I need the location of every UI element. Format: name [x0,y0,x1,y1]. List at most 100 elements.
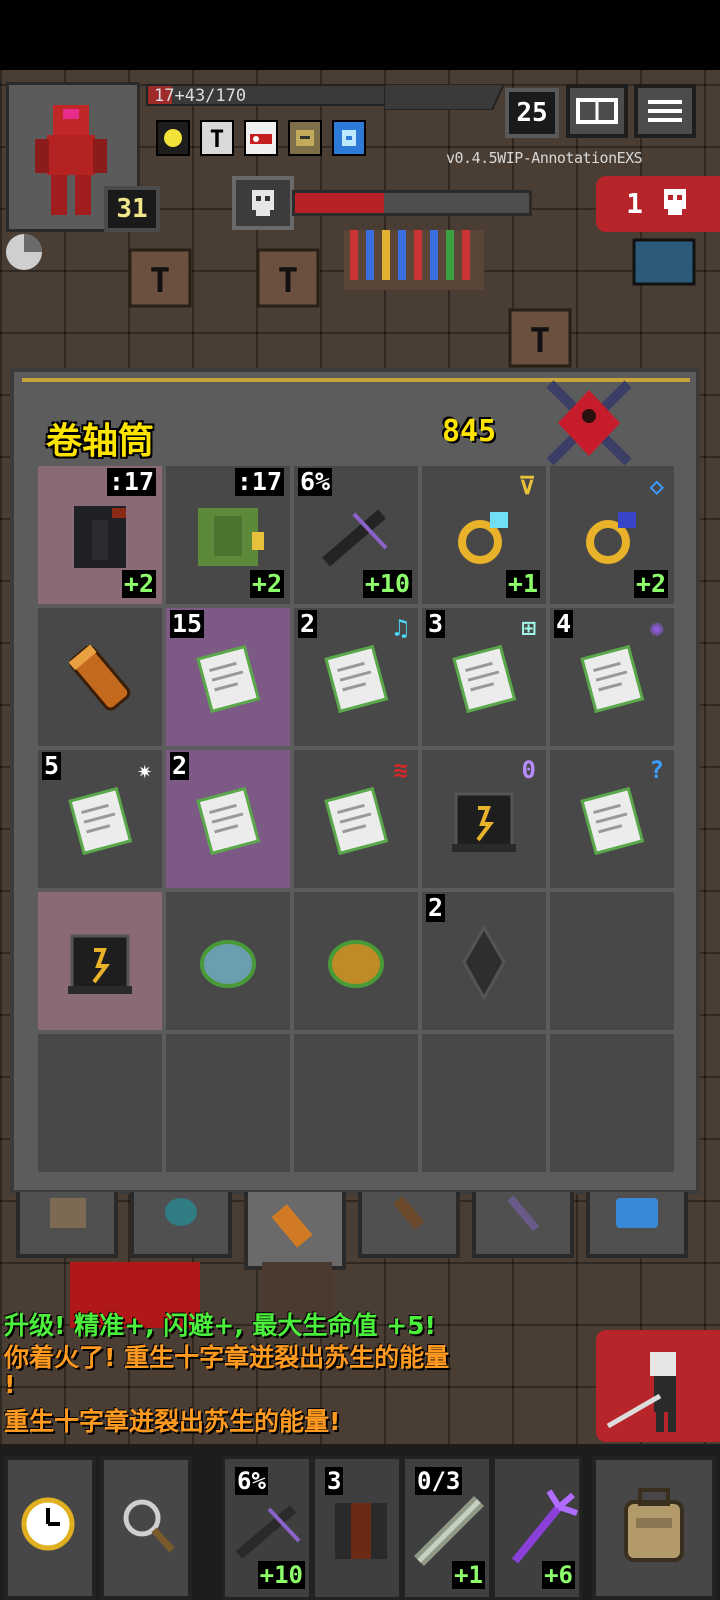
bag-slot-scroll[interactable]: 4 ✺ [550,608,674,746]
search-button[interactable] [100,1456,192,1600]
item-type-mark-icon: ✷ [137,756,152,784]
svg-text:T: T [210,125,224,153]
wand-holster-tab-icon [507,1195,540,1232]
bag-slot-scroll[interactable]: 2 [166,750,290,888]
skull-icon [663,189,686,215]
bag-slot-scroll[interactable]: 15 [166,608,290,746]
quickslot-3-level: +1 [452,1561,485,1589]
log-line-4: 重生十字章迸裂出苏生的能量! [4,1407,341,1436]
bag-slot-spellbook[interactable]: 0 [422,750,546,888]
scroll-icon [580,644,645,714]
gold-ring-blue-icon [586,512,636,564]
quickslot-2[interactable]: 3 [312,1456,402,1600]
busy-indicator-icon [6,234,42,270]
bag-title: 卷轴筒 [46,421,155,462]
log-line-2: 你着火了! 重生十字章迸裂出苏生的能量 [4,1343,450,1372]
svg-text:T: T [278,261,298,301]
quickslot-4[interactable]: +6 [492,1456,582,1600]
item-upgrade-level: +2 [633,569,668,598]
tab-potion-belt[interactable] [358,1192,460,1258]
hunger-buff-icon[interactable] [288,120,322,156]
wait-button[interactable] [4,1456,96,1600]
scroll-icon [324,786,389,856]
bag-slot-dark-crystal[interactable]: 2 [422,892,546,1030]
bag-slot-empty[interactable] [294,1034,418,1172]
item-type-mark-icon: ♫ [393,614,408,642]
bag-slot-empty[interactable] [38,1034,162,1172]
bag-slot-empty[interactable] [550,1034,674,1172]
backpack-tab-icon [50,1198,86,1228]
bag-slot-scroll[interactable]: ≋ [294,750,418,888]
crossbow-icon [235,1505,301,1559]
scroll-holder-icon [68,644,131,711]
bag-slot-dark-helmet[interactable]: :17 +2 [38,466,162,604]
tab-scroll-holder[interactable] [244,1192,346,1270]
bag-window: 卷轴筒 845 :17 +2:17 +2 6% +10 ⊽ +1 ◇ +2 15 2 ♫ 3 ⊞ 4 ✺ 5 ✷ 2… [10,368,700,1194]
bag-slot-empty[interactable] [422,1034,546,1172]
item-type-mark-icon: 0 [521,756,536,784]
seed-pouch-tab-icon [165,1198,197,1226]
wand-icon [414,1496,484,1566]
item-upgrade-level: +10 [362,569,412,598]
inventory-button[interactable] [592,1456,716,1600]
bag-slot-scroll[interactable]: 2 ♫ [294,608,418,746]
menu-icon [648,100,682,122]
bag-slot-crossbow[interactable]: 6% +10 [294,466,418,604]
bag-slot-spellbook[interactable] [38,892,162,1030]
bag-slot-orange-seed[interactable] [294,892,418,1030]
bag-slot-empty[interactable] [550,892,674,1030]
journal-button[interactable] [566,84,628,138]
tab-all-items[interactable] [16,1192,118,1258]
bag-slot-blue-seed[interactable] [166,892,290,1030]
depth-indicator: 25 [505,88,559,138]
bag-slot-scroll-holder[interactable] [38,608,162,746]
item-type-mark-icon: ⊞ [521,614,536,642]
light-buff-icon[interactable] [156,120,190,156]
menu-button[interactable] [634,84,696,138]
bag-grid: :17 +2:17 +2 6% +10 ⊽ +1 ◇ +2 15 2 ♫ 3 ⊞ 4 ✺ 5 ✷ 2 ≋ 0? 2 [38,466,678,1176]
quickslot-3[interactable]: 0/3 +1 [402,1456,492,1600]
quickslot-1[interactable]: 6% +10 [222,1456,312,1600]
bag-slot-scroll[interactable]: 3 ⊞ [422,608,546,746]
tab-magical-container[interactable] [586,1192,688,1258]
scroll-icon [580,786,645,856]
scroll-icon [68,786,133,856]
journal-icon [576,98,618,124]
scroll-holder-tab-icon [271,1204,313,1248]
bag-slot-scroll[interactable]: 5 ✷ [38,750,162,888]
tab-seed-pouch[interactable] [130,1192,232,1258]
bag-slot-gold-ring-blue[interactable]: ◇ +2 [550,466,674,604]
log-line-3: ! [4,1370,16,1399]
barkskin-buff-icon[interactable]: T [200,120,234,156]
frost-buff-icon[interactable] [332,120,366,156]
bag-slot-gold-ring-cyan[interactable]: ⊽ +1 [422,466,546,604]
item-quantity: 2 [426,893,446,922]
item-quantity: 5 [42,751,62,780]
resume-hero-button[interactable] [596,1330,720,1442]
bleeding-buff-icon[interactable] [244,120,278,156]
item-quantity: 6% [298,467,333,496]
scroll-icon [196,644,261,714]
tab-wand-holster[interactable] [472,1192,574,1258]
item-upgrade-level: +2 [121,569,156,598]
boss-skull-icon [232,176,294,230]
scroll-icon [452,644,517,714]
danger-indicator[interactable]: 1 [596,176,720,232]
gold-ring-cyan-icon [458,512,508,564]
bag-slot-scroll[interactable]: ? [550,750,674,888]
item-upgrade-level: +1 [505,569,540,598]
item-type-mark-icon: ≋ [393,756,408,784]
hero-level: 31 [104,186,160,232]
item-strength-tag: :17 [106,467,156,496]
search-icon [123,1499,175,1553]
orange-seed-icon [328,940,384,988]
item-quantity: 4 [554,609,574,638]
bag-slot-green-armor[interactable]: :17 +2 [166,466,290,604]
exp-bar [384,84,504,110]
bag-slot-empty[interactable] [166,1034,290,1172]
item-quantity: 2 [298,609,318,638]
dungeon-walls: T T T [128,230,696,368]
spellbook-icon [68,934,132,994]
gold-emblem-icon [546,380,632,466]
item-type-mark-icon: ◇ [649,472,664,500]
